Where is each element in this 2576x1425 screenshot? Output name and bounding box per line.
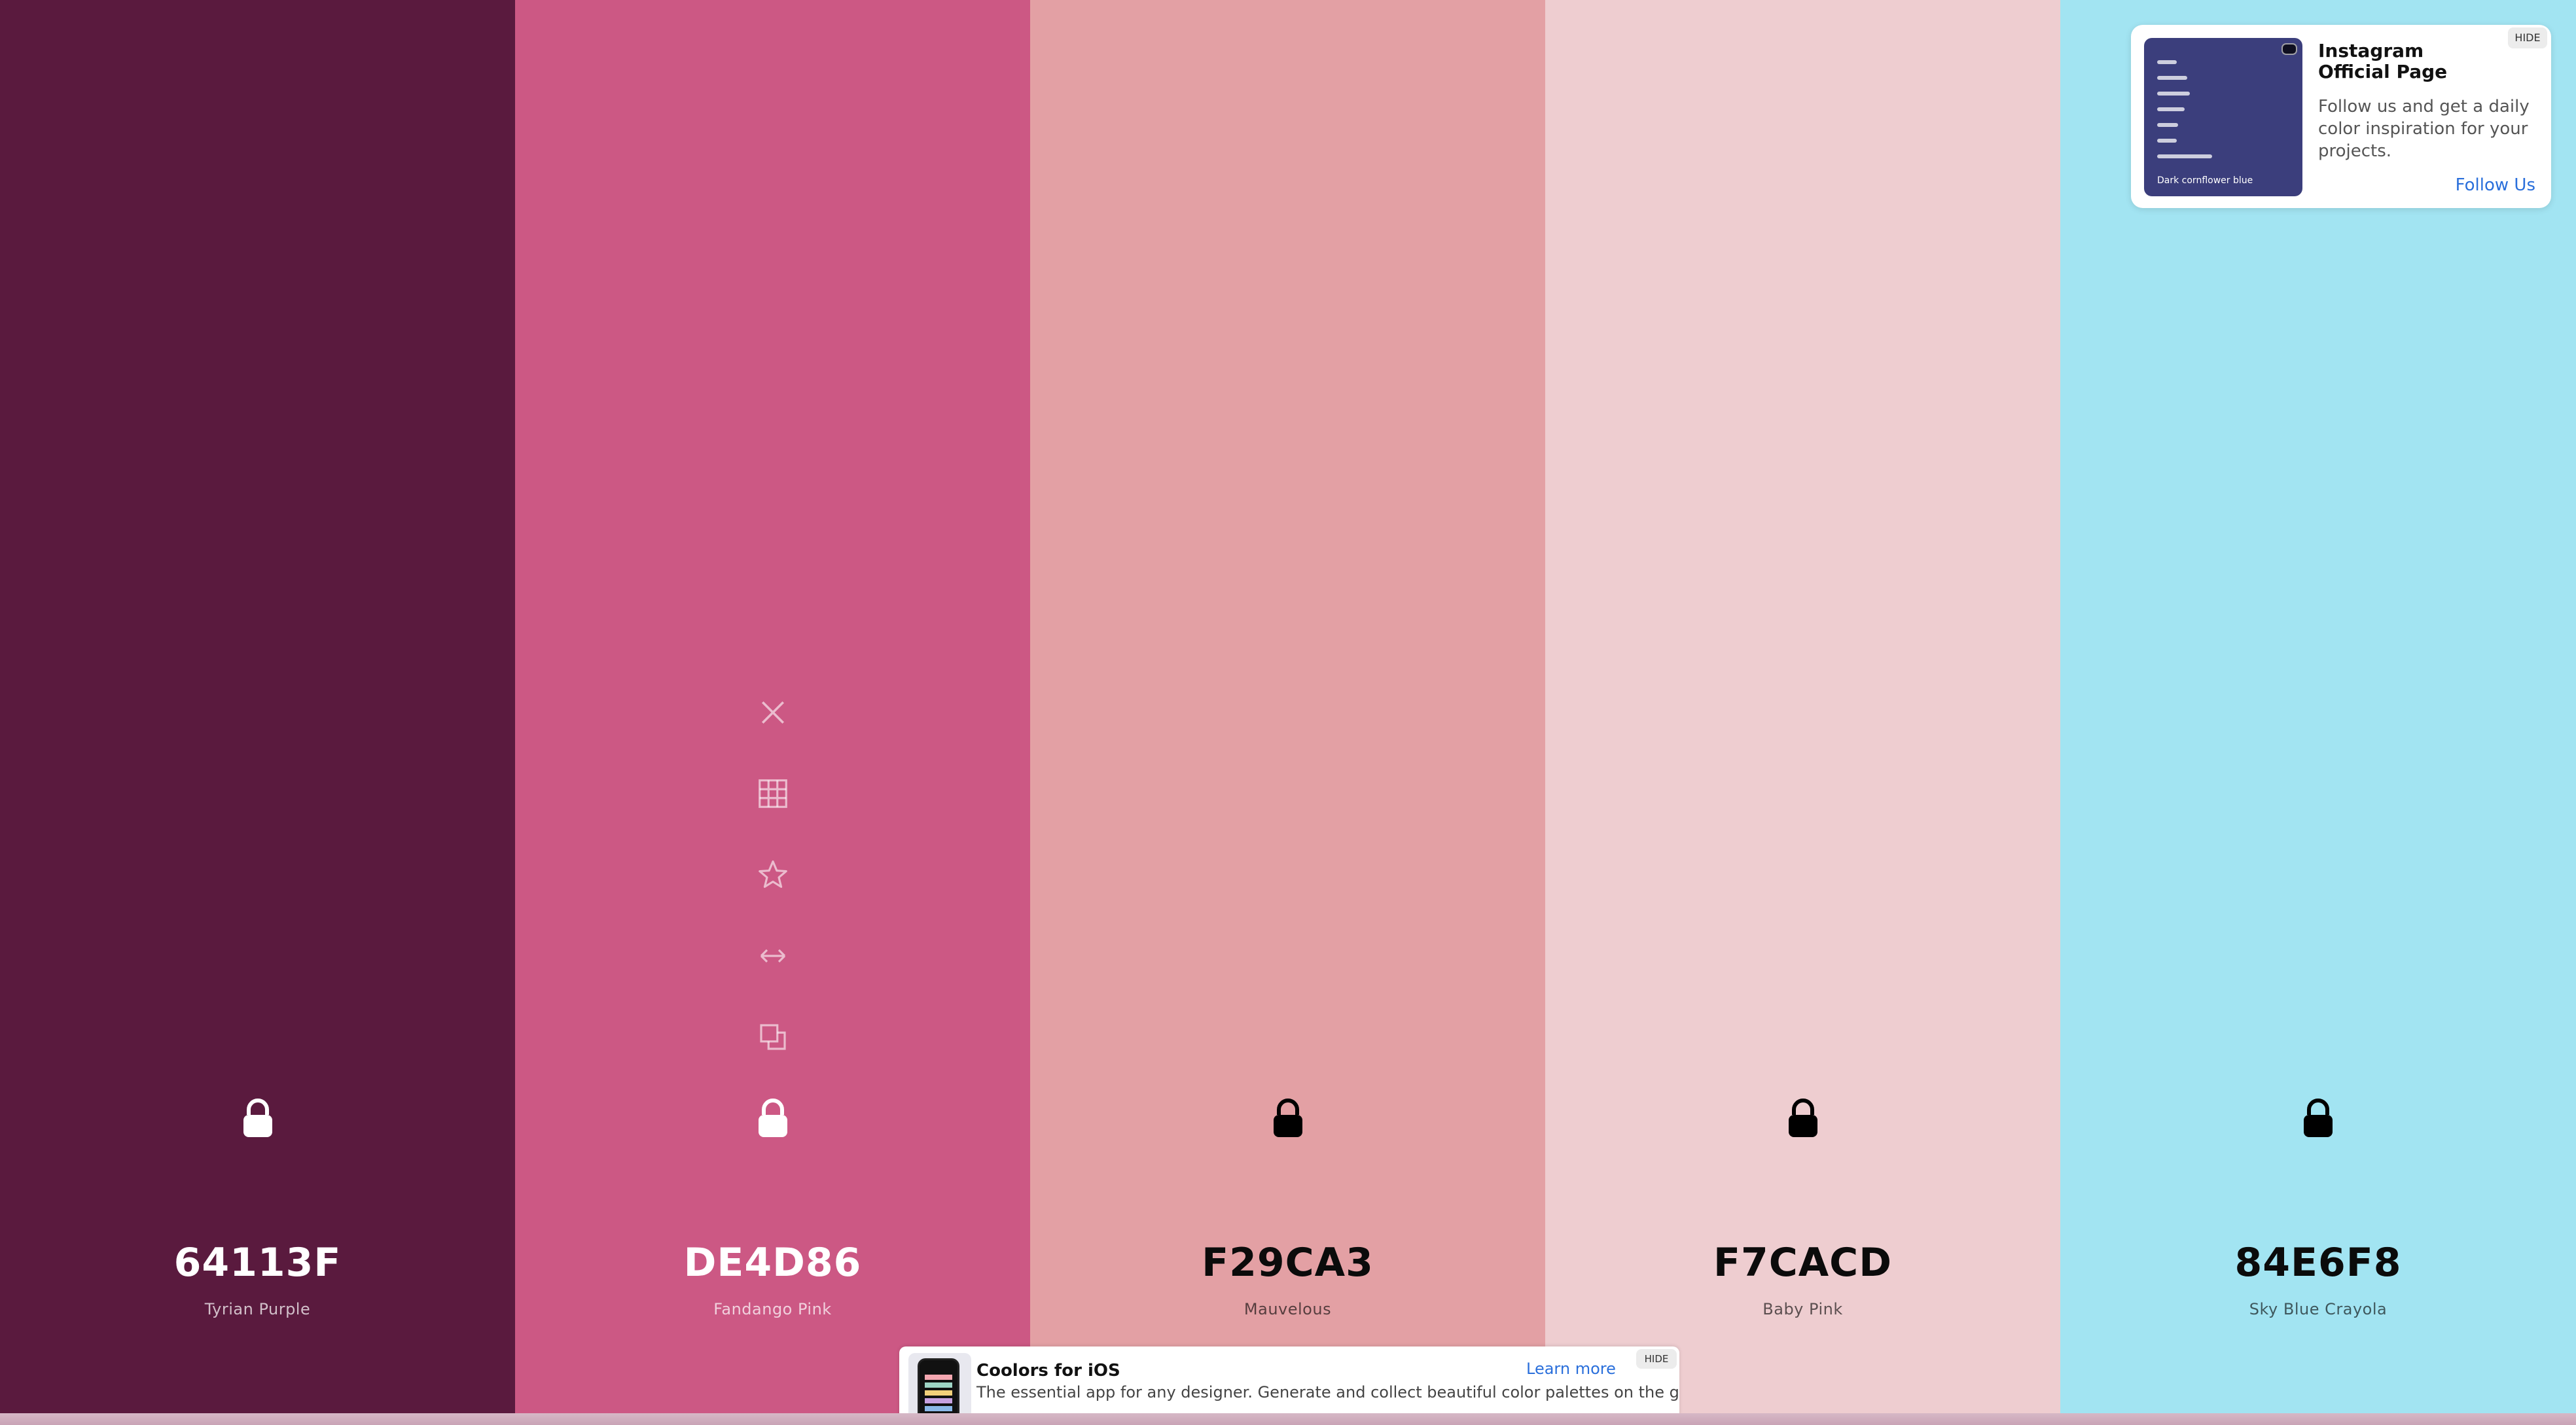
thumb-line: [2157, 92, 2190, 96]
thumb-line: [2157, 60, 2177, 64]
color-column-1[interactable]: 64113F Tyrian Purple: [0, 0, 515, 1425]
lock-icon[interactable]: [755, 1097, 791, 1138]
lock-icon[interactable]: [1270, 1097, 1306, 1138]
hex-code[interactable]: DE4D86: [515, 1237, 1030, 1289]
thumbnail-caption: Dark cornflower blue: [2157, 175, 2253, 186]
grid-icon[interactable]: [755, 776, 791, 811]
lock-icon[interactable]: [1785, 1097, 1821, 1138]
follow-us-link[interactable]: Follow Us: [2456, 175, 2535, 195]
ad-title: Coolors for iOS: [976, 1361, 1120, 1381]
palette: 64113F Tyrian Purple DE4D86 Fandango Pin…: [0, 0, 2576, 1425]
ad-description: The essential app for any designer. Gene…: [976, 1383, 1679, 1401]
instagram-description: Follow us and get a daily color inspirat…: [2318, 97, 2530, 161]
thumb-line: [2157, 154, 2212, 158]
badge-icon: [2281, 43, 2297, 55]
color-name: Mauvelous: [1243, 1300, 1332, 1318]
color-column-5[interactable]: 84E6F8 Sky Blue Crayola: [2060, 0, 2576, 1425]
color-column-2[interactable]: DE4D86 Fandango Pink: [515, 0, 1030, 1425]
hex-code[interactable]: 84E6F8: [2060, 1237, 2576, 1289]
color-name: Tyrian Purple: [204, 1300, 311, 1318]
hide-button[interactable]: HIDE: [2508, 27, 2547, 48]
instagram-title: Instagram Official Page: [2318, 40, 2448, 82]
dock-strip: [0, 1413, 2576, 1425]
hex-code[interactable]: 64113F: [0, 1237, 515, 1289]
close-icon[interactable]: [755, 695, 791, 730]
thumb-line: [2157, 76, 2187, 80]
instagram-thumbnail[interactable]: Dark cornflower blue: [2144, 38, 2302, 196]
lock-icon[interactable]: [240, 1097, 276, 1138]
instagram-promo-card[interactable]: HIDE Dark cornflower blue Instagram Offi…: [2131, 25, 2551, 208]
hex-code[interactable]: F29CA3: [1030, 1237, 1545, 1289]
resize-arrows-icon[interactable]: [755, 938, 791, 974]
thumb-line: [2157, 123, 2178, 127]
thumb-line: [2157, 139, 2177, 143]
color-column-4[interactable]: F7CACD Baby Pink: [1545, 0, 2060, 1425]
lock-icon[interactable]: [2300, 1097, 2336, 1138]
color-name: Sky Blue Crayola: [2249, 1300, 2388, 1318]
hide-button[interactable]: HIDE: [1636, 1349, 1677, 1369]
hex-code[interactable]: F7CACD: [1545, 1237, 2060, 1289]
color-column-3[interactable]: F29CA3 Mauvelous: [1030, 0, 1545, 1425]
star-icon[interactable]: [755, 857, 791, 892]
color-name: Baby Pink: [1762, 1300, 1843, 1318]
color-name: Fandango Pink: [713, 1300, 832, 1318]
learn-more-link[interactable]: Learn more: [1526, 1360, 1616, 1378]
thumb-line: [2157, 107, 2185, 111]
copy-icon[interactable]: [755, 1019, 791, 1055]
